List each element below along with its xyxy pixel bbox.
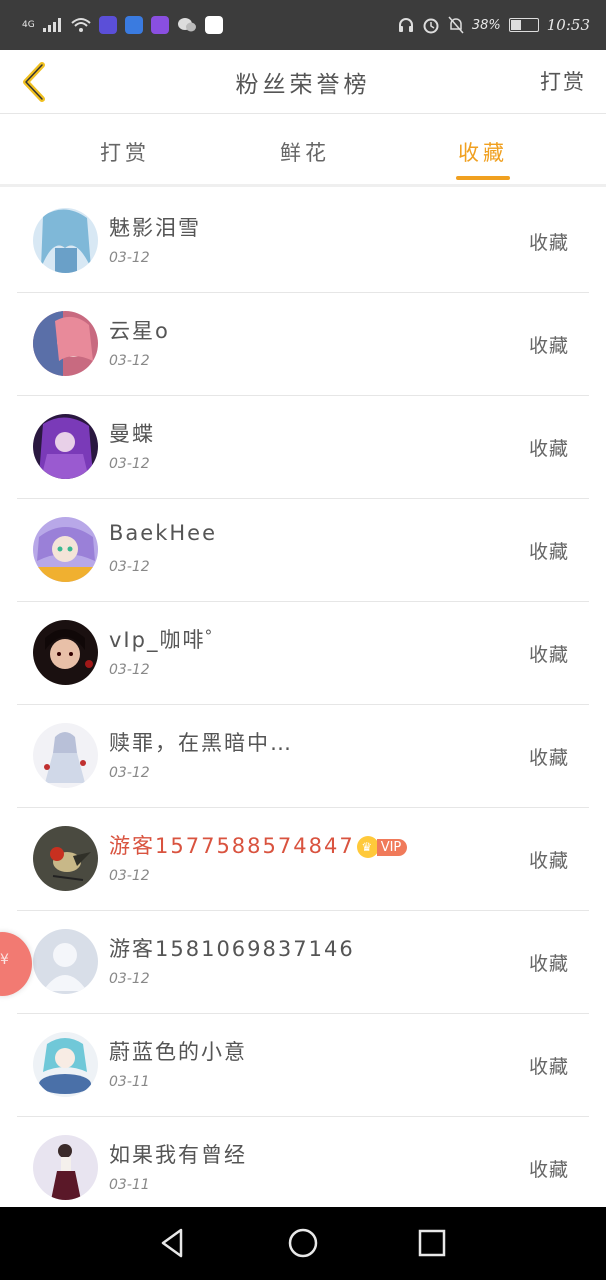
alarm-icon: [423, 18, 439, 34]
mute-bell-icon: [448, 16, 464, 34]
fan-date: 03-12: [109, 662, 150, 678]
chevron-left-icon: [23, 62, 45, 102]
avatar[interactable]: [33, 311, 98, 376]
fan-date: 03-11: [109, 1177, 150, 1193]
system-nav-bar: [0, 1207, 606, 1280]
fan-name: 曼蝶: [109, 422, 155, 446]
wechat-icon: [177, 18, 196, 32]
baidu-app-icon: [124, 16, 143, 34]
fan-action-label: 收藏: [528, 1159, 569, 1181]
signal-icon: [42, 18, 61, 32]
fan-date: 03-12: [109, 353, 150, 369]
fan-row[interactable]: BaekHee 03-12 收藏: [17, 499, 589, 602]
fan-row[interactable]: vIp_咖啡゜ 03-12 收藏: [17, 602, 589, 705]
page-title: 粉丝荣誉榜: [235, 71, 371, 98]
fan-row[interactable]: 游客1577588574847 ♛ VIP 03-12 收藏: [17, 808, 589, 911]
video-app-icon: [150, 16, 169, 34]
fan-row[interactable]: 赎罪，在黑暗中… 03-12 收藏: [17, 705, 589, 808]
fan-name: 云星o: [109, 319, 170, 343]
tab-tip[interactable]: 打赏: [100, 137, 150, 167]
fan-action-label: 收藏: [528, 1056, 569, 1078]
fan-row[interactable]: 曼蝶 03-12 收藏: [17, 396, 589, 499]
fan-date: 03-11: [109, 1074, 150, 1090]
avatar[interactable]: [33, 826, 98, 891]
battery-percent: 38%: [471, 17, 501, 33]
avatar[interactable]: [33, 414, 98, 479]
fan-name: 如果我有曾经: [109, 1143, 247, 1167]
fan-date: 03-12: [109, 250, 150, 266]
fan-action-label: 收藏: [528, 850, 569, 872]
fan-date: 03-12: [109, 559, 150, 575]
fan-name: 游客1581069837146: [109, 937, 355, 961]
fan-action-label: 收藏: [528, 232, 569, 254]
status-bar: 4G 38% 10:53: [0, 0, 606, 50]
fan-action-label: 收藏: [528, 953, 569, 975]
fan-row[interactable]: 游客1581069837146 03-12 收藏: [17, 911, 589, 1014]
fan-name-text: 游客1577588574847: [109, 834, 355, 858]
tab-bar: 打赏 鲜花 收藏: [0, 115, 606, 187]
nav-home-icon[interactable]: [285, 1225, 321, 1261]
fan-row[interactable]: 如果我有曾经 03-11 收藏: [17, 1117, 589, 1220]
fan-action-label: 收藏: [528, 747, 569, 769]
taobao-app-icon: [98, 16, 117, 34]
avatar[interactable]: [33, 929, 98, 994]
avatar[interactable]: [33, 208, 98, 273]
network-indicator: 4G: [22, 19, 35, 30]
vip-badge: ♛ VIP: [356, 836, 408, 858]
fan-list: 魅影泪雪 03-12 收藏 云星o 03-12 收藏 曼蝶 03-12 收藏 B…: [17, 190, 589, 1220]
fan-date: 03-12: [109, 971, 150, 987]
fan-name: BaekHee: [109, 521, 217, 545]
avatar[interactable]: [33, 723, 98, 788]
battery-icon: [508, 18, 539, 32]
nav-back-icon[interactable]: [155, 1225, 191, 1261]
fan-name: vIp_咖啡゜: [109, 628, 229, 652]
crown-icon: ♛: [356, 836, 379, 858]
nav-recents-icon[interactable]: [414, 1225, 450, 1261]
fan-row[interactable]: 魅影泪雪 03-12 收藏: [17, 190, 589, 293]
avatar[interactable]: [33, 620, 98, 685]
tip-button[interactable]: 打赏: [540, 66, 586, 96]
status-right: 38% 10:53: [398, 16, 590, 34]
fan-row[interactable]: 云星o 03-12 收藏: [17, 293, 589, 396]
fan-date: 03-12: [109, 765, 150, 781]
fan-date: 03-12: [109, 868, 150, 884]
battery-level: [510, 20, 522, 30]
wifi-icon: [71, 18, 91, 32]
avatar[interactable]: [33, 1032, 98, 1097]
fan-action-label: 收藏: [528, 644, 569, 666]
paw-app-icon: [204, 16, 223, 34]
tab-favorites[interactable]: 收藏: [458, 137, 508, 167]
tab-flowers[interactable]: 鲜花: [280, 137, 330, 167]
yuan-icon: ¥: [0, 952, 9, 968]
fan-action-label: 收藏: [528, 438, 569, 460]
fan-action-label: 收藏: [528, 335, 569, 357]
clock: 10:53: [546, 16, 590, 34]
active-tab-indicator: [456, 176, 510, 180]
fan-name: 游客1577588574847 ♛ VIP: [109, 830, 408, 860]
vip-label: VIP: [376, 838, 408, 856]
fan-action-label: 收藏: [528, 541, 569, 563]
fan-name: 蔚蓝色的小意: [109, 1040, 247, 1064]
headphones-icon: [398, 18, 413, 32]
status-left: 4G: [22, 16, 223, 34]
fan-row[interactable]: 蔚蓝色的小意 03-11 收藏: [17, 1014, 589, 1117]
avatar[interactable]: [33, 1135, 98, 1200]
fan-name: 魅影泪雪: [109, 216, 201, 240]
app-header: 粉丝荣誉榜 打赏: [0, 50, 606, 114]
avatar[interactable]: [33, 517, 98, 582]
back-button[interactable]: [14, 56, 54, 108]
fan-name: 赎罪，在黑暗中…: [109, 731, 293, 755]
fan-date: 03-12: [109, 456, 150, 472]
